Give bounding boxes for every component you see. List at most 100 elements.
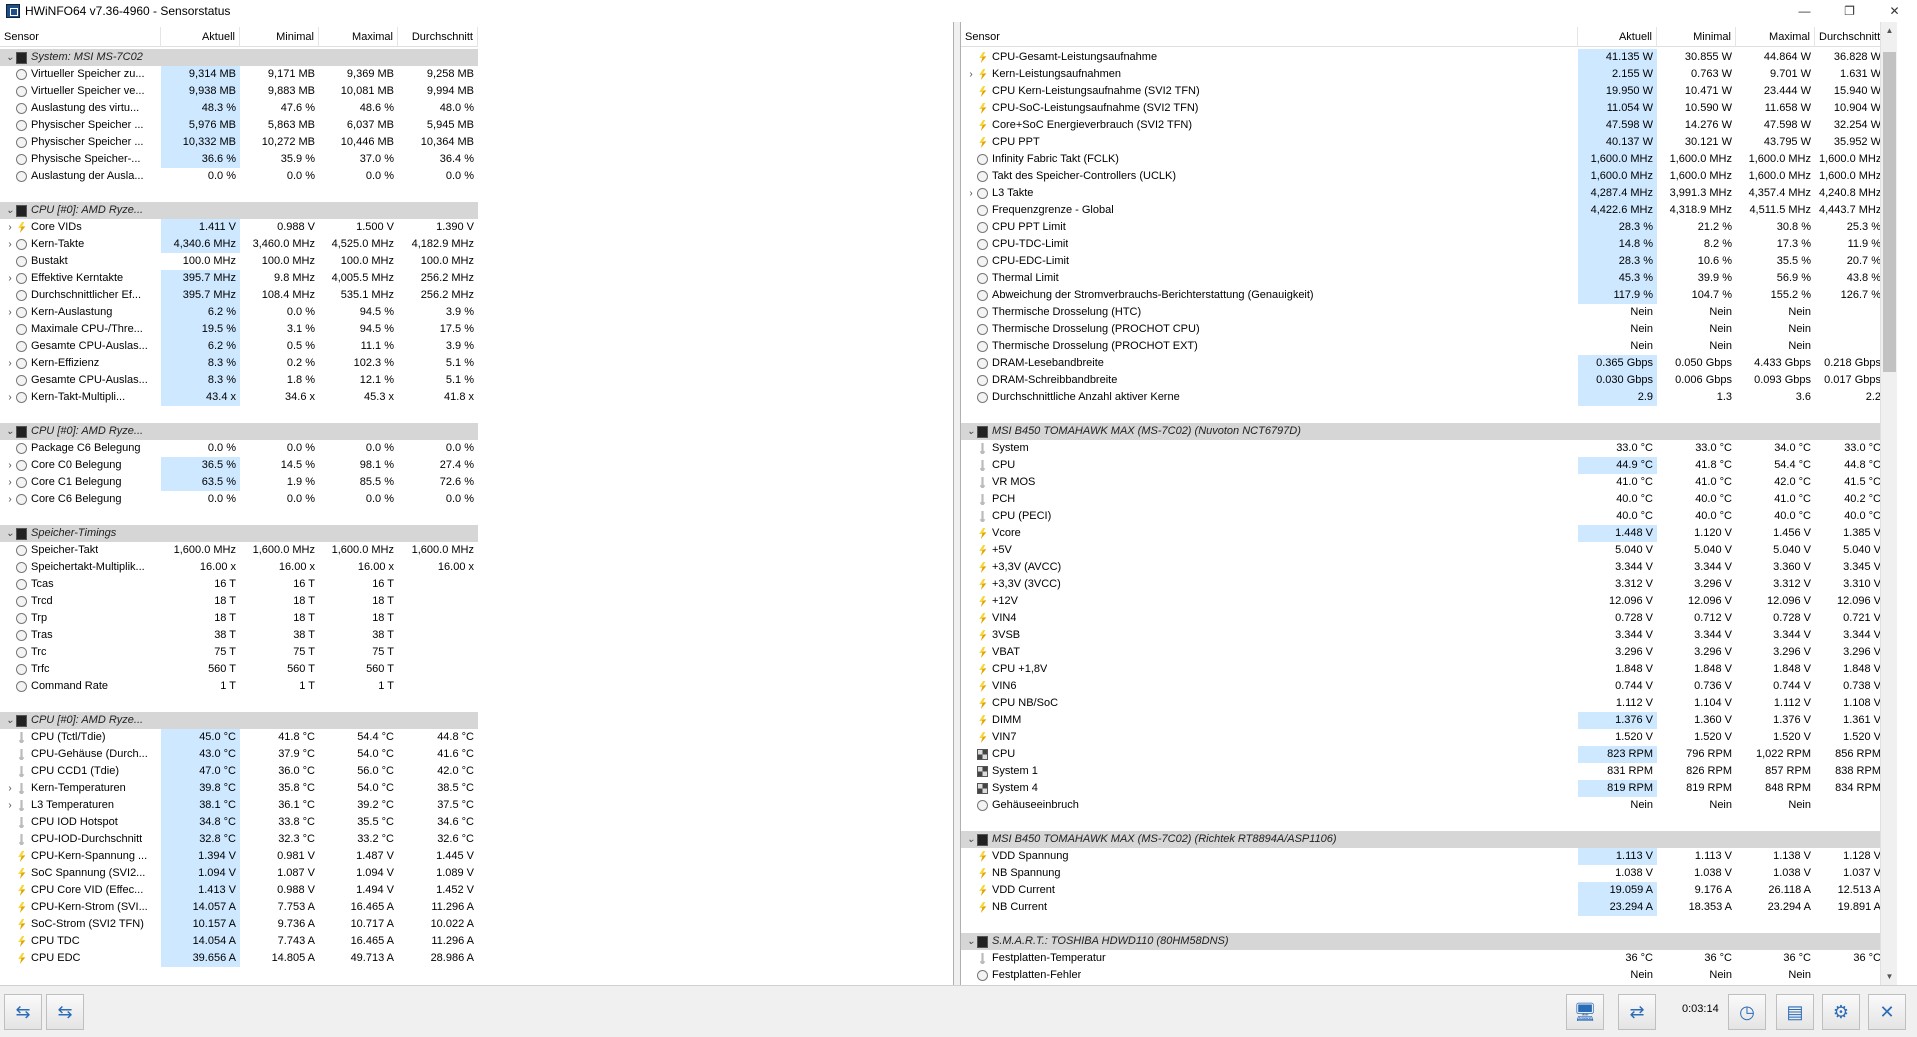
sensor-row[interactable]: CPU-SoC-Leistungsaufnahme (SVI2 TFN) 11.0… bbox=[961, 100, 1897, 117]
sensor-row[interactable]: › Kern-Takt-Multipli... 43.4 x 34.6 x 45.3 x… bbox=[0, 389, 953, 406]
sensor-row[interactable]: › Kern-Auslastung 6.2 % 0.0 % 94.5 % 3.9 % bbox=[0, 304, 953, 321]
sensor-group-row[interactable]: ⌄ CPU [#0]: AMD Ryze... bbox=[0, 202, 953, 219]
sensor-row[interactable]: SoC-Strom (SVI2 TFN) 10.157 A 9.736 A 10.71… bbox=[0, 916, 953, 933]
sensor-row[interactable]: VDD Current 19.059 A 9.176 A 26.118 A 12.513… bbox=[961, 882, 1897, 899]
sensor-row[interactable]: +12V 12.096 V 12.096 V 12.096 V 12.096 V bbox=[961, 593, 1897, 610]
sensor-row[interactable]: Physischer Speicher ... 5,976 MB 5,863 MB 6… bbox=[0, 117, 953, 134]
sensor-row[interactable]: Abweichung der Stromverbrauchs-Berichter… bbox=[961, 287, 1897, 304]
sensor-row[interactable]: › Kern-Leistungsaufnahmen 2.155 W 0.763 W 9.… bbox=[961, 66, 1897, 83]
sensor-row[interactable]: NB Spannung 1.038 V 1.038 V 1.038 V 1.037 V bbox=[961, 865, 1897, 882]
sensor-row[interactable]: Speichertakt-Multiplik... 16.00 x 16.00 x 1… bbox=[0, 559, 953, 576]
sensor-row[interactable]: Maximale CPU-/Thre... 19.5 % 3.1 % 94.5 % 17… bbox=[0, 321, 953, 338]
expand-chevron-icon[interactable]: ⌄ bbox=[4, 423, 16, 440]
logging-button[interactable]: ▤ bbox=[1776, 994, 1814, 1030]
sensor-row[interactable]: DRAM-Lesebandbreite 0.365 Gbps 0.050 Gbps 4… bbox=[961, 355, 1897, 372]
sensor-row[interactable]: Virtueller Speicher zu... 9,314 MB 9,171 M… bbox=[0, 66, 953, 83]
expand-chevron-icon[interactable]: ⌄ bbox=[4, 712, 16, 729]
scroll-thumb[interactable] bbox=[1883, 52, 1896, 372]
sensor-row[interactable]: CPU NB/SoC 1.112 V 1.104 V 1.112 V 1.108 V bbox=[961, 695, 1897, 712]
expand-chevron-icon[interactable]: ⌄ bbox=[965, 831, 977, 848]
expand-chevron-icon[interactable]: ⌄ bbox=[965, 933, 977, 950]
restore-button[interactable]: ❐ bbox=[1827, 0, 1872, 22]
expand-chevron-icon[interactable]: › bbox=[4, 457, 16, 474]
expand-chevron-icon[interactable]: › bbox=[4, 355, 16, 372]
sensor-group-row[interactable]: ⌄ System: MSI MS-7C02 bbox=[0, 49, 953, 66]
header-current[interactable]: Aktuell bbox=[161, 27, 240, 47]
sensor-row[interactable]: System 4 819 RPM 819 RPM 848 RPM 834 RPM bbox=[961, 780, 1897, 797]
sensor-row[interactable]: › Kern-Temperaturen 39.8 °C 35.8 °C 54.0 °C 3… bbox=[0, 780, 953, 797]
header-max[interactable]: Maximal bbox=[1736, 27, 1815, 47]
sensor-row[interactable]: Festplatten-Fehler Nein Nein Nein bbox=[961, 967, 1897, 984]
sensor-row[interactable]: Vcore 1.448 V 1.120 V 1.456 V 1.385 V bbox=[961, 525, 1897, 542]
sensor-row[interactable]: › Effektive Kerntakte 395.7 MHz 9.8 MHz 4,00… bbox=[0, 270, 953, 287]
expand-chevron-icon[interactable]: › bbox=[4, 236, 16, 253]
sensor-row[interactable]: CPU-EDC-Limit 28.3 % 10.6 % 35.5 % 20.7 % bbox=[961, 253, 1897, 270]
sensor-row[interactable]: CPU 44.9 °C 41.8 °C 54.4 °C 44.8 °C bbox=[961, 457, 1897, 474]
sensor-row[interactable]: System 33.0 °C 33.0 °C 34.0 °C 33.0 °C bbox=[961, 440, 1897, 457]
expand-chevron-icon[interactable]: › bbox=[965, 66, 977, 83]
network-button[interactable]: ⇄ bbox=[1618, 994, 1656, 1030]
sensor-row[interactable]: VBAT 3.296 V 3.296 V 3.296 V 3.296 V bbox=[961, 644, 1897, 661]
sensor-row[interactable]: CPU 823 RPM 796 RPM 1,022 RPM 856 RPM bbox=[961, 746, 1897, 763]
header-avg[interactable]: Durchschnitt bbox=[1815, 27, 1885, 47]
sensor-row[interactable]: CPU-TDC-Limit 14.8 % 8.2 % 17.3 % 11.9 % bbox=[961, 236, 1897, 253]
sensor-group-row[interactable]: ⌄ CPU [#0]: AMD Ryze... bbox=[0, 712, 953, 729]
sensor-row[interactable]: CPU (PECI) 40.0 °C 40.0 °C 40.0 °C 40.0 °C bbox=[961, 508, 1897, 525]
sensor-row[interactable]: Thermische Drosselung (PROCHOT EXT) Nein N… bbox=[961, 338, 1897, 355]
expand-chevron-icon[interactable]: ⌄ bbox=[4, 202, 16, 219]
sensor-row[interactable]: Thermische Drosselung (PROCHOT CPU) Nein N… bbox=[961, 321, 1897, 338]
navigate-right-button[interactable]: ⇆ bbox=[46, 994, 84, 1030]
sensor-row[interactable]: › Core VIDs 1.411 V 0.988 V 1.500 V 1.390 V bbox=[0, 219, 953, 236]
sensor-row[interactable]: Auslastung des virtu... 48.3 % 47.6 % 48.6 … bbox=[0, 100, 953, 117]
header-min[interactable]: Minimal bbox=[1657, 27, 1736, 47]
sensor-row[interactable]: Physische Speicher-... 36.6 % 35.9 % 37.0 %… bbox=[0, 151, 953, 168]
sensor-group-row[interactable]: ⌄ Speicher-Timings bbox=[0, 525, 953, 542]
sensor-row[interactable]: Trcd 18 T 18 T 18 T bbox=[0, 593, 953, 610]
sensor-row[interactable]: Core+SoC Energieverbrauch (SVI2 TFN) 47.5… bbox=[961, 117, 1897, 134]
sensor-row[interactable]: Trc 75 T 75 T 75 T bbox=[0, 644, 953, 661]
sensor-row[interactable]: DRAM-Schreibbandbreite 0.030 Gbps 0.006 Gb… bbox=[961, 372, 1897, 389]
sensor-row[interactable]: › Core C1 Belegung 63.5 % 1.9 % 85.5 % 72.6 % bbox=[0, 474, 953, 491]
sensor-row[interactable]: Command Rate 1 T 1 T 1 T bbox=[0, 678, 953, 695]
sensor-row[interactable]: CPU PPT Limit 28.3 % 21.2 % 30.8 % 25.3 % bbox=[961, 219, 1897, 236]
sensor-row[interactable]: CPU +1,8V 1.848 V 1.848 V 1.848 V 1.848 V bbox=[961, 661, 1897, 678]
sensor-row[interactable]: Package C6 Belegung 0.0 % 0.0 % 0.0 % 0.0 % bbox=[0, 440, 953, 457]
sensor-row[interactable]: › L3 Takte 4,287.4 MHz 3,991.3 MHz 4,357.4 M… bbox=[961, 185, 1897, 202]
scroll-down-icon[interactable]: ▼ bbox=[1881, 968, 1897, 985]
sensor-row[interactable]: › Kern-Effizienz 8.3 % 0.2 % 102.3 % 5.1 % bbox=[0, 355, 953, 372]
sensor-group-row[interactable]: ⌄ MSI B450 TOMAHAWK MAX (MS-7C02) (Richte… bbox=[961, 831, 1897, 848]
sensor-row[interactable]: CPU (Tctl/Tdie) 45.0 °C 41.8 °C 54.4 °C 44.8… bbox=[0, 729, 953, 746]
sensor-row[interactable]: Tcas 16 T 16 T 16 T bbox=[0, 576, 953, 593]
header-current[interactable]: Aktuell bbox=[1578, 27, 1657, 47]
sensor-row[interactable]: Takt des Speicher-Controllers (UCLK) 1,60… bbox=[961, 168, 1897, 185]
sensor-row[interactable]: Durchschnittlicher Ef... 395.7 MHz 108.4 M… bbox=[0, 287, 953, 304]
expand-chevron-icon[interactable]: ⌄ bbox=[4, 49, 16, 66]
sensor-row[interactable]: Frequenzgrenze - Global 4,422.6 MHz 4,318.… bbox=[961, 202, 1897, 219]
sensor-row[interactable]: CPU Kern-Leistungsaufnahme (SVI2 TFN) 19.… bbox=[961, 83, 1897, 100]
sensor-row[interactable]: Virtueller Speicher ve... 9,938 MB 9,883 M… bbox=[0, 83, 953, 100]
sensor-row[interactable]: VIN7 1.520 V 1.520 V 1.520 V 1.520 V bbox=[961, 729, 1897, 746]
sensor-row[interactable]: System 1 831 RPM 826 RPM 857 RPM 838 RPM bbox=[961, 763, 1897, 780]
sensor-row[interactable]: CPU-Kern-Strom (SVI... 14.057 A 7.753 A 16.… bbox=[0, 899, 953, 916]
sensor-row[interactable]: +5V 5.040 V 5.040 V 5.040 V 5.040 V bbox=[961, 542, 1897, 559]
sensor-row[interactable]: Bustakt 100.0 MHz 100.0 MHz 100.0 MHz 100.0 … bbox=[0, 253, 953, 270]
sensor-row[interactable]: PCH 40.0 °C 40.0 °C 41.0 °C 40.2 °C bbox=[961, 491, 1897, 508]
sensor-row[interactable]: SoC Spannung (SVI2... 1.094 V 1.087 V 1.094… bbox=[0, 865, 953, 882]
sensor-group-row[interactable]: ⌄ S.M.A.R.T.: TOSHIBA HDWD110 (80HM58DNS) bbox=[961, 933, 1897, 950]
expand-chevron-icon[interactable]: › bbox=[4, 474, 16, 491]
sensor-row[interactable]: CPU-Gesamt-Leistungsaufnahme 41.135 W 30.8… bbox=[961, 49, 1897, 66]
settings-button[interactable]: ⚙ bbox=[1822, 994, 1860, 1030]
exit-button[interactable]: ✕ bbox=[1868, 994, 1906, 1030]
vertical-scrollbar[interactable]: ▲ ▼ bbox=[1880, 22, 1897, 985]
sensor-row[interactable]: CPU Core VID (Effec... 1.413 V 0.988 V 1.49… bbox=[0, 882, 953, 899]
sensor-row[interactable]: CPU TDC 14.054 A 7.743 A 16.465 A 11.296 A bbox=[0, 933, 953, 950]
navigate-left-button[interactable]: ⇆ bbox=[4, 994, 42, 1030]
sensor-row[interactable]: Thermische Drosselung (HTC) Nein Nein Nein bbox=[961, 304, 1897, 321]
sensor-row[interactable]: Thermal Limit 45.3 % 39.9 % 56.9 % 43.8 % bbox=[961, 270, 1897, 287]
sensor-row[interactable]: CPU IOD Hotspot 34.8 °C 33.8 °C 35.5 °C 34.6… bbox=[0, 814, 953, 831]
sensor-row[interactable]: Trp 18 T 18 T 18 T bbox=[0, 610, 953, 627]
sensor-row[interactable]: VIN6 0.744 V 0.736 V 0.744 V 0.738 V bbox=[961, 678, 1897, 695]
reset-timer-button[interactable]: ◷ bbox=[1728, 994, 1766, 1030]
sensor-row[interactable]: VDD Spannung 1.113 V 1.113 V 1.138 V 1.128 V bbox=[961, 848, 1897, 865]
sensor-row[interactable]: CPU CCD1 (Tdie) 47.0 °C 36.0 °C 56.0 °C 42.0… bbox=[0, 763, 953, 780]
